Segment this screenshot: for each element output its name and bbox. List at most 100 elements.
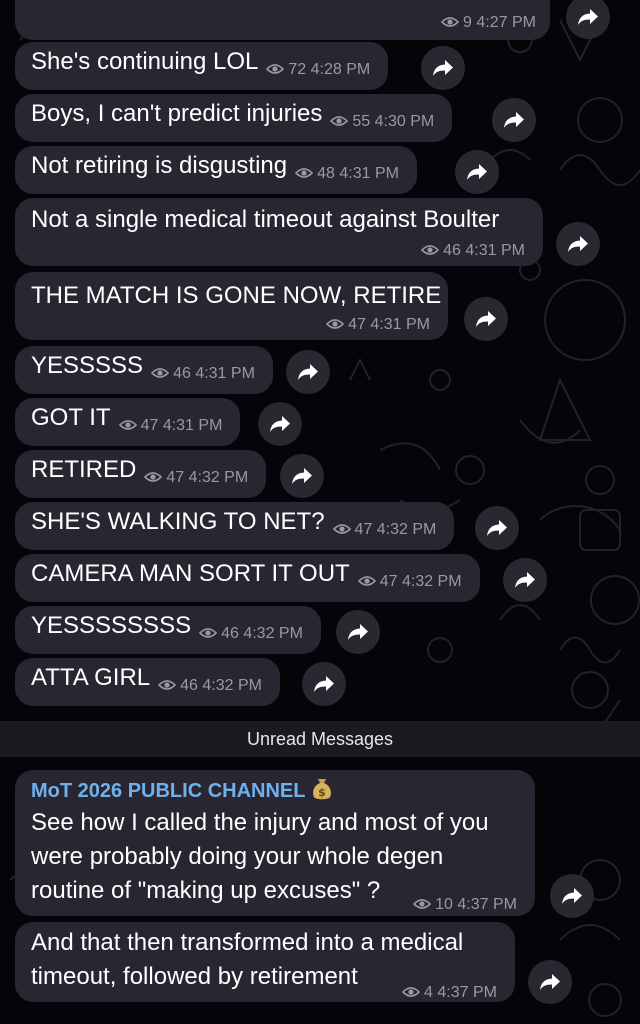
view-count: 47	[166, 469, 185, 486]
message-meta: 46 4:31 PM	[421, 242, 525, 260]
message-bubble: And that then transformed into a medical…	[15, 922, 515, 1002]
message-meta: 47 4:32 PM	[332, 506, 437, 554]
message-text: GOT IT	[31, 404, 111, 431]
message-bubble: RETIRED 47 4:32 PM	[15, 450, 267, 498]
view-count: 46	[443, 242, 461, 259]
message-meta: 55 4:30 PM	[330, 98, 434, 146]
timestamp: 4:32 PM	[243, 625, 303, 642]
share-arrow-icon	[562, 888, 582, 904]
message-bubble: SHE'S WALKING TO NET? 47 4:32 PM	[15, 502, 455, 550]
chat-screen: 9 4:27 PM She's continuing LOL 72 4:28 PM…	[0, 0, 640, 1024]
timestamp: 4:31 PM	[162, 417, 223, 434]
share-button[interactable]	[280, 454, 324, 498]
eye-icon	[158, 680, 177, 690]
timestamp: 4:30 PM	[374, 113, 435, 130]
message-meta: 47 4:31 PM	[326, 316, 430, 334]
share-arrow-icon	[348, 624, 368, 640]
message-text: YESSSSS	[31, 352, 144, 379]
message-text: THE MATCH IS GONE NOW, RETIRE	[31, 282, 442, 309]
moneybag-icon: $	[313, 779, 332, 800]
message-text: Not retiring is disgusting	[31, 152, 288, 179]
share-button[interactable]	[336, 610, 380, 654]
message-text: RETIRED	[31, 456, 137, 483]
view-count: 55	[352, 113, 371, 130]
eye-icon	[266, 64, 285, 74]
message-meta: 4 4:37 PM	[402, 976, 497, 1010]
message-meta: 48 4:31 PM	[295, 150, 399, 198]
timestamp: 4:28 PM	[310, 61, 371, 78]
message-meta: 46 4:31 PM	[151, 350, 255, 398]
message-bubble: She's continuing LOL 72 4:28 PM	[15, 42, 389, 90]
share-arrow-icon	[298, 364, 318, 380]
share-arrow-icon	[314, 676, 334, 692]
eye-icon	[413, 899, 432, 909]
message-text-line: See how I called the injury and most of …	[31, 809, 489, 836]
message-text: CAMERA MAN SORT IT OUT	[31, 560, 350, 587]
eye-icon	[402, 987, 421, 997]
sender-name[interactable]: MoT 2026 PUBLIC CHANNEL $	[31, 776, 517, 806]
view-count: 47	[379, 573, 398, 590]
view-count: 46	[221, 625, 239, 642]
message-meta: 10 4:37 PM	[413, 888, 517, 922]
share-arrow-icon	[540, 974, 560, 990]
timestamp: 4:32 PM	[376, 521, 437, 538]
message-text: YESSSSSSSS	[31, 612, 192, 639]
message-text-line: were probably doing your whole degen	[31, 843, 444, 870]
message-bubble: ATTA GIRL 46 4:32 PM	[15, 658, 280, 706]
share-button[interactable]	[503, 558, 547, 602]
share-button[interactable]	[528, 960, 572, 1004]
share-button[interactable]	[421, 46, 465, 90]
svg-text:$: $	[319, 786, 327, 799]
message-bubble: Not a single medical timeout against Bou…	[15, 198, 543, 266]
eye-icon	[151, 368, 170, 378]
message-text: She's continuing LOL	[31, 48, 259, 75]
sender-name-text: MoT 2026 PUBLIC CHANNEL	[31, 780, 306, 802]
message-text-line: And that then transformed into a medical	[31, 929, 464, 956]
share-button[interactable]	[550, 874, 594, 918]
message-bubble: 9 4:27 PM	[15, 0, 550, 40]
share-arrow-icon	[487, 520, 507, 536]
timestamp: 4:27 PM	[476, 14, 536, 31]
share-arrow-icon	[568, 236, 588, 252]
message-bubble: Boys, I can't predict injuries 55 4:30 PM	[15, 94, 453, 142]
message-bubble: Not retiring is disgusting 48 4:31 PM	[15, 146, 417, 194]
share-arrow-icon	[467, 164, 487, 180]
eye-icon	[199, 628, 218, 638]
message-text: SHE'S WALKING TO NET?	[31, 508, 325, 535]
message-text: ATTA GIRL	[31, 664, 151, 691]
message-text: Boys, I can't predict injuries	[31, 100, 323, 127]
view-count: 9	[463, 14, 472, 31]
unread-messages-divider: Unread Messages	[0, 721, 640, 757]
share-button[interactable]	[464, 297, 508, 341]
view-count: 47	[354, 521, 373, 538]
message-meta: 47 4:31 PM	[118, 402, 223, 450]
share-button[interactable]	[475, 506, 519, 550]
message-meta: 46 4:32 PM	[158, 662, 262, 710]
message-bubble: YESSSSS 46 4:31 PM	[15, 346, 273, 394]
share-button[interactable]	[455, 150, 499, 194]
share-button[interactable]	[302, 662, 346, 706]
eye-icon	[295, 168, 314, 178]
share-button[interactable]	[258, 402, 302, 446]
timestamp: 4:31 PM	[195, 365, 255, 382]
eye-icon	[326, 319, 345, 329]
share-button[interactable]	[286, 350, 330, 394]
share-arrow-icon	[515, 572, 535, 588]
share-button[interactable]	[492, 98, 536, 142]
share-arrow-icon	[433, 60, 453, 76]
view-count: 47	[348, 316, 366, 333]
share-button[interactable]	[556, 222, 600, 266]
share-arrow-icon	[476, 311, 496, 327]
message-meta: 9 4:27 PM	[441, 14, 536, 32]
share-arrow-icon	[578, 9, 598, 25]
message-meta: 47 4:32 PM	[144, 454, 248, 502]
view-count: 4	[424, 984, 433, 1001]
message-bubble: THE MATCH IS GONE NOW, RETIRE 47 4:31 PM	[15, 272, 448, 340]
timestamp: 4:31 PM	[370, 316, 430, 333]
eye-icon	[357, 576, 376, 586]
message-bubble: YESSSSSSSS 46 4:32 PM	[15, 606, 321, 654]
timestamp: 4:32 PM	[401, 573, 462, 590]
share-arrow-icon	[270, 416, 290, 432]
message-meta: 46 4:32 PM	[199, 610, 303, 658]
view-count: 47	[140, 417, 159, 434]
